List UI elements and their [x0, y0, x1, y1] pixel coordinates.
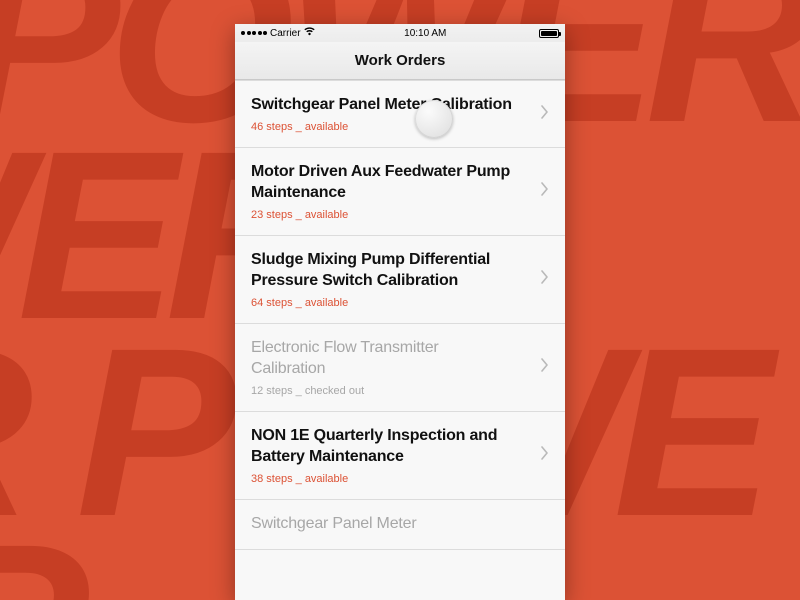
chevron-right-icon	[541, 270, 549, 289]
list-item[interactable]: NON 1E Quarterly Inspection and Battery …	[235, 412, 565, 500]
wifi-icon	[304, 27, 315, 39]
work-order-list[interactable]: Switchgear Panel Meter Calibration 46 st…	[235, 80, 565, 600]
list-item[interactable]: Switchgear Panel Meter	[235, 500, 565, 549]
list-item-subtitle: 23 steps _ available	[251, 209, 517, 221]
signal-dots-icon	[241, 31, 267, 35]
chevron-right-icon	[541, 446, 549, 465]
chevron-right-icon	[541, 182, 549, 201]
touch-cursor-icon	[415, 100, 453, 138]
status-time: 10:10 AM	[404, 28, 446, 39]
list-item[interactable]: Sludge Mixing Pump Differential Pressure…	[235, 236, 565, 324]
carrier-label: Carrier	[270, 28, 301, 39]
list-item[interactable]: Switchgear Panel Meter Calibration 46 st…	[235, 80, 565, 148]
chevron-right-icon	[541, 358, 549, 377]
list-item-subtitle: 38 steps _ available	[251, 473, 517, 485]
list-item-subtitle: 12 steps _ checked out	[251, 385, 517, 397]
list-item-title: Switchgear Panel Meter Calibration	[251, 95, 517, 115]
list-item-title: Motor Driven Aux Feedwater Pump Maintena…	[251, 162, 517, 203]
phone-screen: Carrier 10:10 AM Work Orders Switchgear …	[235, 24, 565, 600]
list-item-title: Sludge Mixing Pump Differential Pressure…	[251, 250, 517, 291]
status-right	[536, 29, 559, 38]
list-item-subtitle: 46 steps _ available	[251, 121, 517, 133]
list-item[interactable]: Electronic Flow Transmitter Calibration …	[235, 324, 565, 412]
list-item-subtitle: 64 steps _ available	[251, 297, 517, 309]
status-left: Carrier	[241, 27, 315, 39]
nav-title: Work Orders	[355, 52, 446, 69]
chevron-right-icon	[541, 105, 549, 124]
battery-icon	[539, 29, 559, 38]
list-item-title: Electronic Flow Transmitter Calibration	[251, 338, 517, 379]
list-item[interactable]: Motor Driven Aux Feedwater Pump Maintena…	[235, 148, 565, 236]
status-bar: Carrier 10:10 AM	[235, 24, 565, 42]
list-item-title: NON 1E Quarterly Inspection and Battery …	[251, 426, 517, 467]
list-item-title: Switchgear Panel Meter	[251, 514, 525, 534]
nav-bar: Work Orders	[235, 42, 565, 80]
